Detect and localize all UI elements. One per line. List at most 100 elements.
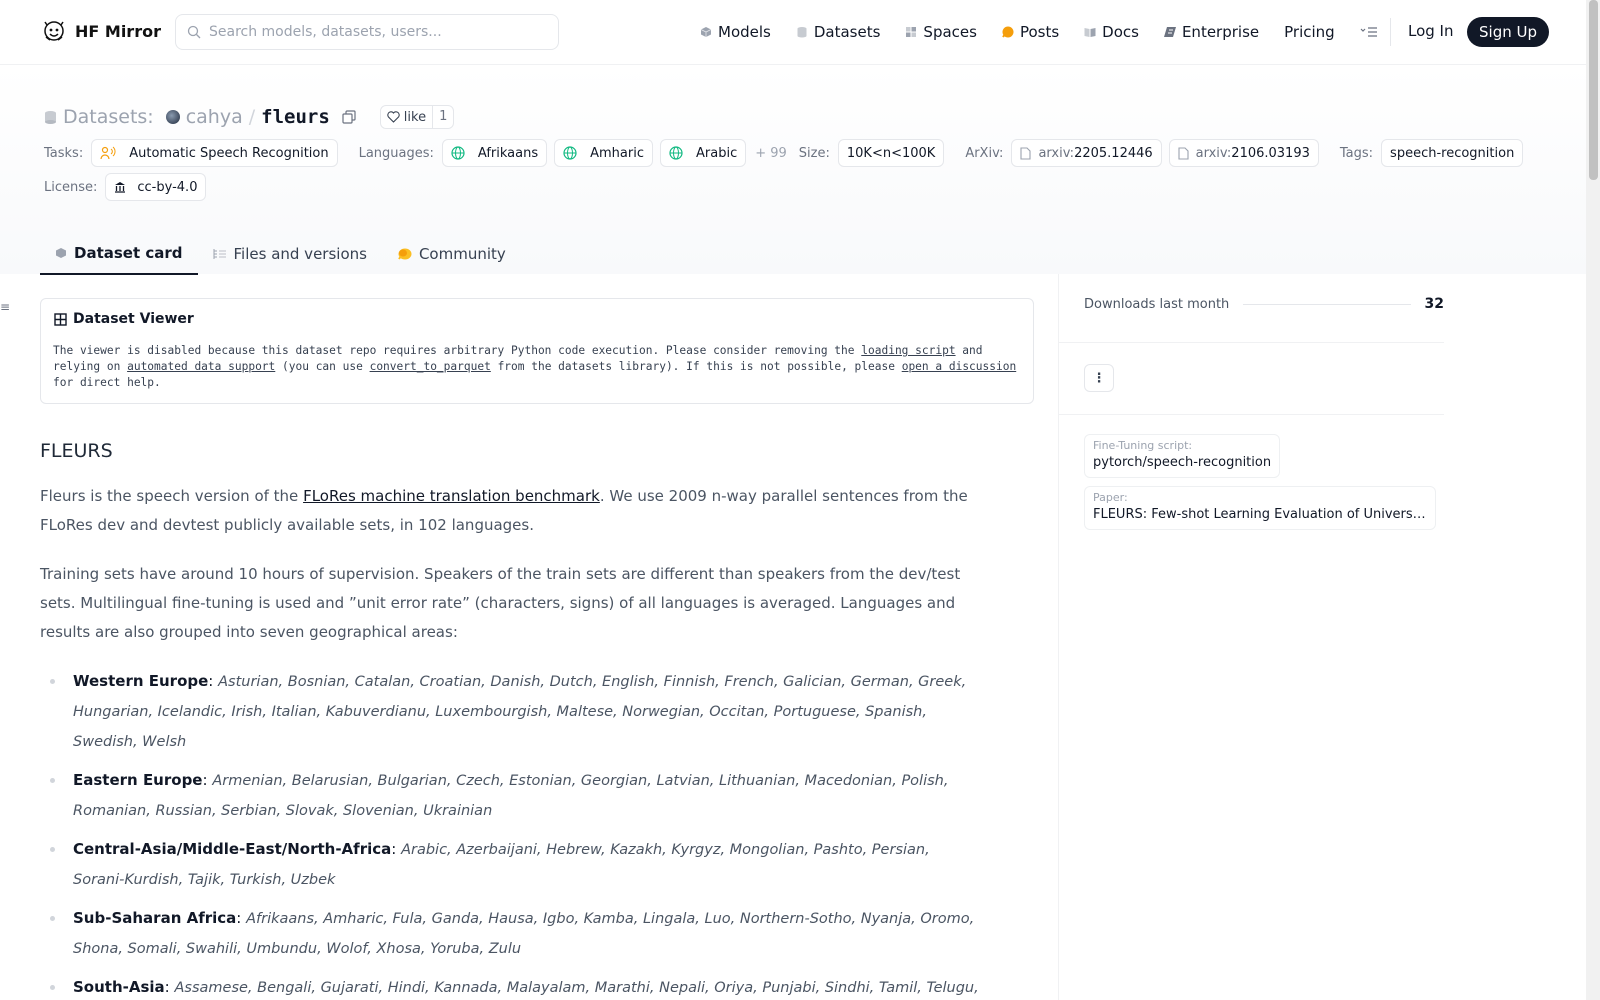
speech-recognition-icon <box>100 146 116 160</box>
like-widget: like 1 <box>379 105 455 129</box>
size-chip[interactable]: 10K<n<100K <box>837 139 945 167</box>
paper-card[interactable]: Paper: FLEURS: Few-shot Learning Evaluat… <box>1084 486 1436 530</box>
nav-divider <box>1390 18 1391 46</box>
arxiv-label: ArXiv: <box>965 145 1004 161</box>
language-label: Afrikaans <box>477 145 539 161</box>
paragraph-text: Fleurs is the speech version of the <box>40 487 304 505</box>
like-count[interactable]: 1 <box>432 106 453 128</box>
files-icon <box>213 248 226 259</box>
flores-benchmark-link[interactable]: FLoRes machine translation benchmark <box>303 487 600 505</box>
toc-toggle-icon[interactable]: ≡ <box>0 300 10 314</box>
downloads-sparkline <box>1243 303 1411 305</box>
size-value: 10K<n<100K <box>846 145 936 161</box>
nav-models[interactable]: Models <box>700 23 771 41</box>
region-name: Central-Asia/Middle-East/North-Africa <box>73 840 392 858</box>
size-label: Size: <box>798 145 830 161</box>
nav-enterprise[interactable]: Enterprise <box>1163 23 1259 41</box>
viewer-message: The viewer is disabled because this data… <box>53 343 1023 391</box>
languages-more[interactable]: + 99 <box>755 146 787 161</box>
tab-bar: Dataset card Files and versions Communit… <box>40 232 521 275</box>
viewer-msg-text: from the datasets library). If this is n… <box>490 360 902 373</box>
tab-dataset-card[interactable]: Dataset card <box>40 232 198 275</box>
column-divider <box>1058 274 1059 1000</box>
enterprise-icon <box>1163 27 1176 37</box>
tab-community[interactable]: Community <box>382 232 521 275</box>
copy-icon[interactable] <box>342 110 356 124</box>
card-key: Fine-Tuning script: <box>1093 439 1193 452</box>
sidebar-divider <box>1059 414 1444 415</box>
more-options-button[interactable]: ⋮ <box>1084 364 1114 392</box>
region-name: Eastern Europe <box>73 771 203 789</box>
nav-more[interactable] <box>1360 26 1378 38</box>
viewer-msg-text: for direct help. <box>53 376 161 389</box>
nav-docs-label: Docs <box>1102 23 1139 41</box>
nav-links: Models Datasets Spaces Posts Docs Enterp… <box>700 20 1403 44</box>
arxiv-prefix: arxiv: <box>1195 145 1232 161</box>
language-chip-arabic[interactable]: Arabic <box>660 139 747 167</box>
list-item: Central-Asia/Middle-East/North-Africa: A… <box>40 835 980 895</box>
region-name: South-Asia <box>73 978 165 996</box>
tag-chip[interactable]: speech-recognition <box>1381 139 1524 167</box>
nav-docs[interactable]: Docs <box>1084 23 1139 41</box>
card-value: pytorch/speech-recognition <box>1093 455 1272 470</box>
search-icon <box>187 25 201 39</box>
tab-files-and-versions[interactable]: Files and versions <box>198 232 382 275</box>
brand[interactable]: HF Mirror <box>42 19 161 43</box>
downloads-label: Downloads last month <box>1084 296 1230 312</box>
dataset-card-content: FLEURS Fleurs is the speech version of t… <box>40 440 980 1000</box>
regions-list: Western Europe: Asturian, Bosnian, Catal… <box>40 667 980 1000</box>
globe-icon <box>563 146 577 160</box>
login-link[interactable]: Log In <box>1408 22 1454 40</box>
signup-button[interactable]: Sign Up <box>1467 17 1549 47</box>
heart-icon <box>387 111 400 123</box>
license-chip[interactable]: cc-by-4.0 <box>105 173 207 201</box>
paper-icon <box>1020 146 1031 160</box>
search-input[interactable] <box>209 24 539 40</box>
automated-data-support-link[interactable]: automated data support <box>127 360 275 373</box>
convert-to-parquet-link[interactable]: convert_to_parquet <box>370 360 491 373</box>
metadata-row-1: Tasks: Automatic Speech Recognition Lang… <box>44 139 1530 167</box>
page-scrollbar[interactable] <box>1586 0 1600 1000</box>
docs-icon <box>1084 28 1096 37</box>
arxiv-chip-1[interactable]: arxiv:2205.12446 <box>1011 139 1162 167</box>
language-chip-afrikaans[interactable]: Afrikaans <box>441 139 548 167</box>
more-menu-icon <box>1360 27 1377 37</box>
card-title: FLEURS <box>40 440 113 462</box>
nav-pricing[interactable]: Pricing <box>1284 23 1335 41</box>
region-name: Sub-Saharan Africa <box>73 909 237 927</box>
nav-posts[interactable]: Posts <box>1002 23 1059 41</box>
viewer-msg-text: (you can use <box>275 360 370 373</box>
search-box[interactable] <box>175 14 559 50</box>
like-label: like <box>403 109 427 125</box>
arxiv-prefix: arxiv: <box>1038 145 1075 161</box>
list-item: South-Asia: Assamese, Bengali, Gujarati,… <box>40 973 980 1000</box>
fine-tuning-script-card[interactable]: Fine-Tuning script: pytorch/speech-recog… <box>1084 434 1281 478</box>
intro-paragraph: Fleurs is the speech version of the FLoR… <box>40 482 980 540</box>
loading-script-link[interactable]: loading script <box>861 344 955 357</box>
nav-spaces[interactable]: Spaces <box>905 23 977 41</box>
metadata-row-2: License: cc-by-4.0 <box>44 173 213 201</box>
scrollbar-thumb[interactable] <box>1589 0 1598 180</box>
paper-icon <box>1178 146 1189 160</box>
datasets-icon <box>797 27 807 38</box>
repo-name[interactable]: fleurs <box>261 106 330 128</box>
task-chip[interactable]: Automatic Speech Recognition <box>91 139 338 167</box>
spaces-icon <box>906 27 917 37</box>
downloads-value: 32 <box>1424 296 1444 312</box>
tasks-label: Tasks: <box>44 145 84 161</box>
tab-label: Community <box>418 244 506 263</box>
language-chip-amharic[interactable]: Amharic <box>554 139 653 167</box>
nav-datasets[interactable]: Datasets <box>796 23 880 41</box>
viewer-msg-text: The viewer is disabled because this data… <box>53 344 862 357</box>
dataset-viewer-title: Dataset Viewer <box>54 311 194 327</box>
owner-link[interactable]: cahya <box>186 106 243 128</box>
arxiv-chip-2[interactable]: arxiv:2106.03193 <box>1168 139 1319 167</box>
nav-posts-label: Posts <box>1019 23 1060 41</box>
models-icon <box>700 27 712 37</box>
section-label[interactable]: Datasets: <box>63 106 154 128</box>
license-icon <box>115 182 126 193</box>
breadcrumb: Datasets: cahya / fleurs like 1 <box>44 105 455 129</box>
open-discussion-link[interactable]: open a discussion <box>902 360 1017 373</box>
like-button[interactable]: like <box>381 110 432 125</box>
region-languages: Assamese, Bengali, Gujarati, Hindi, Kann… <box>174 980 979 996</box>
